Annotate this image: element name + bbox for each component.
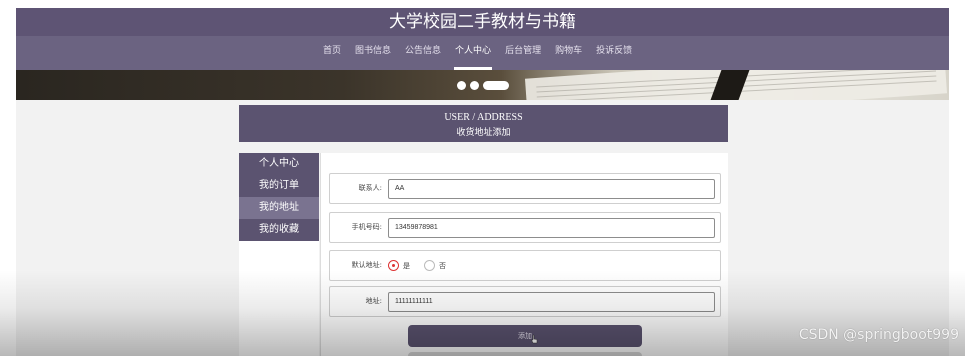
main-nav: 首页 图书信息 公告信息 个人中心 后台管理 购物车 投诉反馈	[16, 36, 949, 70]
default-address-row: 默认地址: 是 否	[329, 250, 721, 281]
address-form: 联系人: AA 手机号码: 13459878981 默认地址: 是 否 地址: …	[320, 153, 728, 356]
add-button-label: 添加	[518, 332, 532, 340]
carousel-indicators	[457, 81, 509, 90]
nav-item-home[interactable]: 首页	[316, 36, 348, 70]
nav-item-books[interactable]: 图书信息	[348, 36, 398, 70]
nav-item-notices[interactable]: 公告信息	[398, 36, 448, 70]
secondary-button[interactable]	[408, 352, 642, 356]
browser-page: 大学校园二手教材与书籍 首页 图书信息 公告信息 个人中心 后台管理 购物车 投…	[16, 8, 949, 356]
nav-item-cart[interactable]: 购物车	[548, 36, 589, 70]
page-title: 收货地址添加	[456, 128, 511, 138]
sidebar-item-personal-center[interactable]: 个人中心	[239, 153, 319, 175]
default-address-label: 默认地址:	[351, 261, 382, 269]
radio-no-label: 否	[439, 261, 446, 270]
phone-row: 手机号码: 13459878981	[329, 212, 721, 243]
site-title: 大学校园二手教材与书籍	[16, 8, 949, 36]
hand-cursor-icon	[531, 334, 538, 344]
contact-row: 联系人: AA	[329, 173, 721, 204]
radio-yes[interactable]	[388, 260, 399, 271]
radio-yes-label: 是	[403, 261, 410, 270]
phone-input[interactable]: 13459878981	[388, 218, 715, 238]
page-header: USER / ADDRESS 收货地址添加	[239, 105, 728, 142]
sidebar-item-orders[interactable]: 我的订单	[239, 175, 319, 197]
nav-item-admin[interactable]: 后台管理	[498, 36, 548, 70]
carousel-dot-active[interactable]	[483, 81, 509, 90]
carousel-dot[interactable]	[470, 81, 479, 90]
carousel-dot[interactable]	[457, 81, 466, 90]
contact-input[interactable]: AA	[388, 179, 715, 199]
watermark: CSDN @springboot999	[798, 327, 959, 343]
nav-item-feedback[interactable]: 投诉反馈	[589, 36, 639, 70]
nav-item-personal-center[interactable]: 个人中心	[448, 36, 498, 70]
address-row: 地址: 11111111111	[329, 286, 721, 317]
sidebar-item-favorites[interactable]: 我的收藏	[239, 219, 319, 241]
banner-carousel	[16, 70, 949, 100]
add-button[interactable]: 添加	[408, 325, 642, 347]
sidebar: 个人中心 我的订单 我的地址 我的收藏	[239, 153, 319, 356]
address-label: 地址:	[365, 297, 382, 305]
address-input[interactable]: 11111111111	[388, 292, 715, 312]
radio-no[interactable]	[424, 260, 435, 271]
sidebar-item-address[interactable]: 我的地址	[239, 197, 319, 219]
phone-label: 手机号码:	[351, 223, 382, 231]
contact-label: 联系人:	[358, 184, 382, 192]
page-header-en: USER / ADDRESS	[444, 112, 523, 123]
